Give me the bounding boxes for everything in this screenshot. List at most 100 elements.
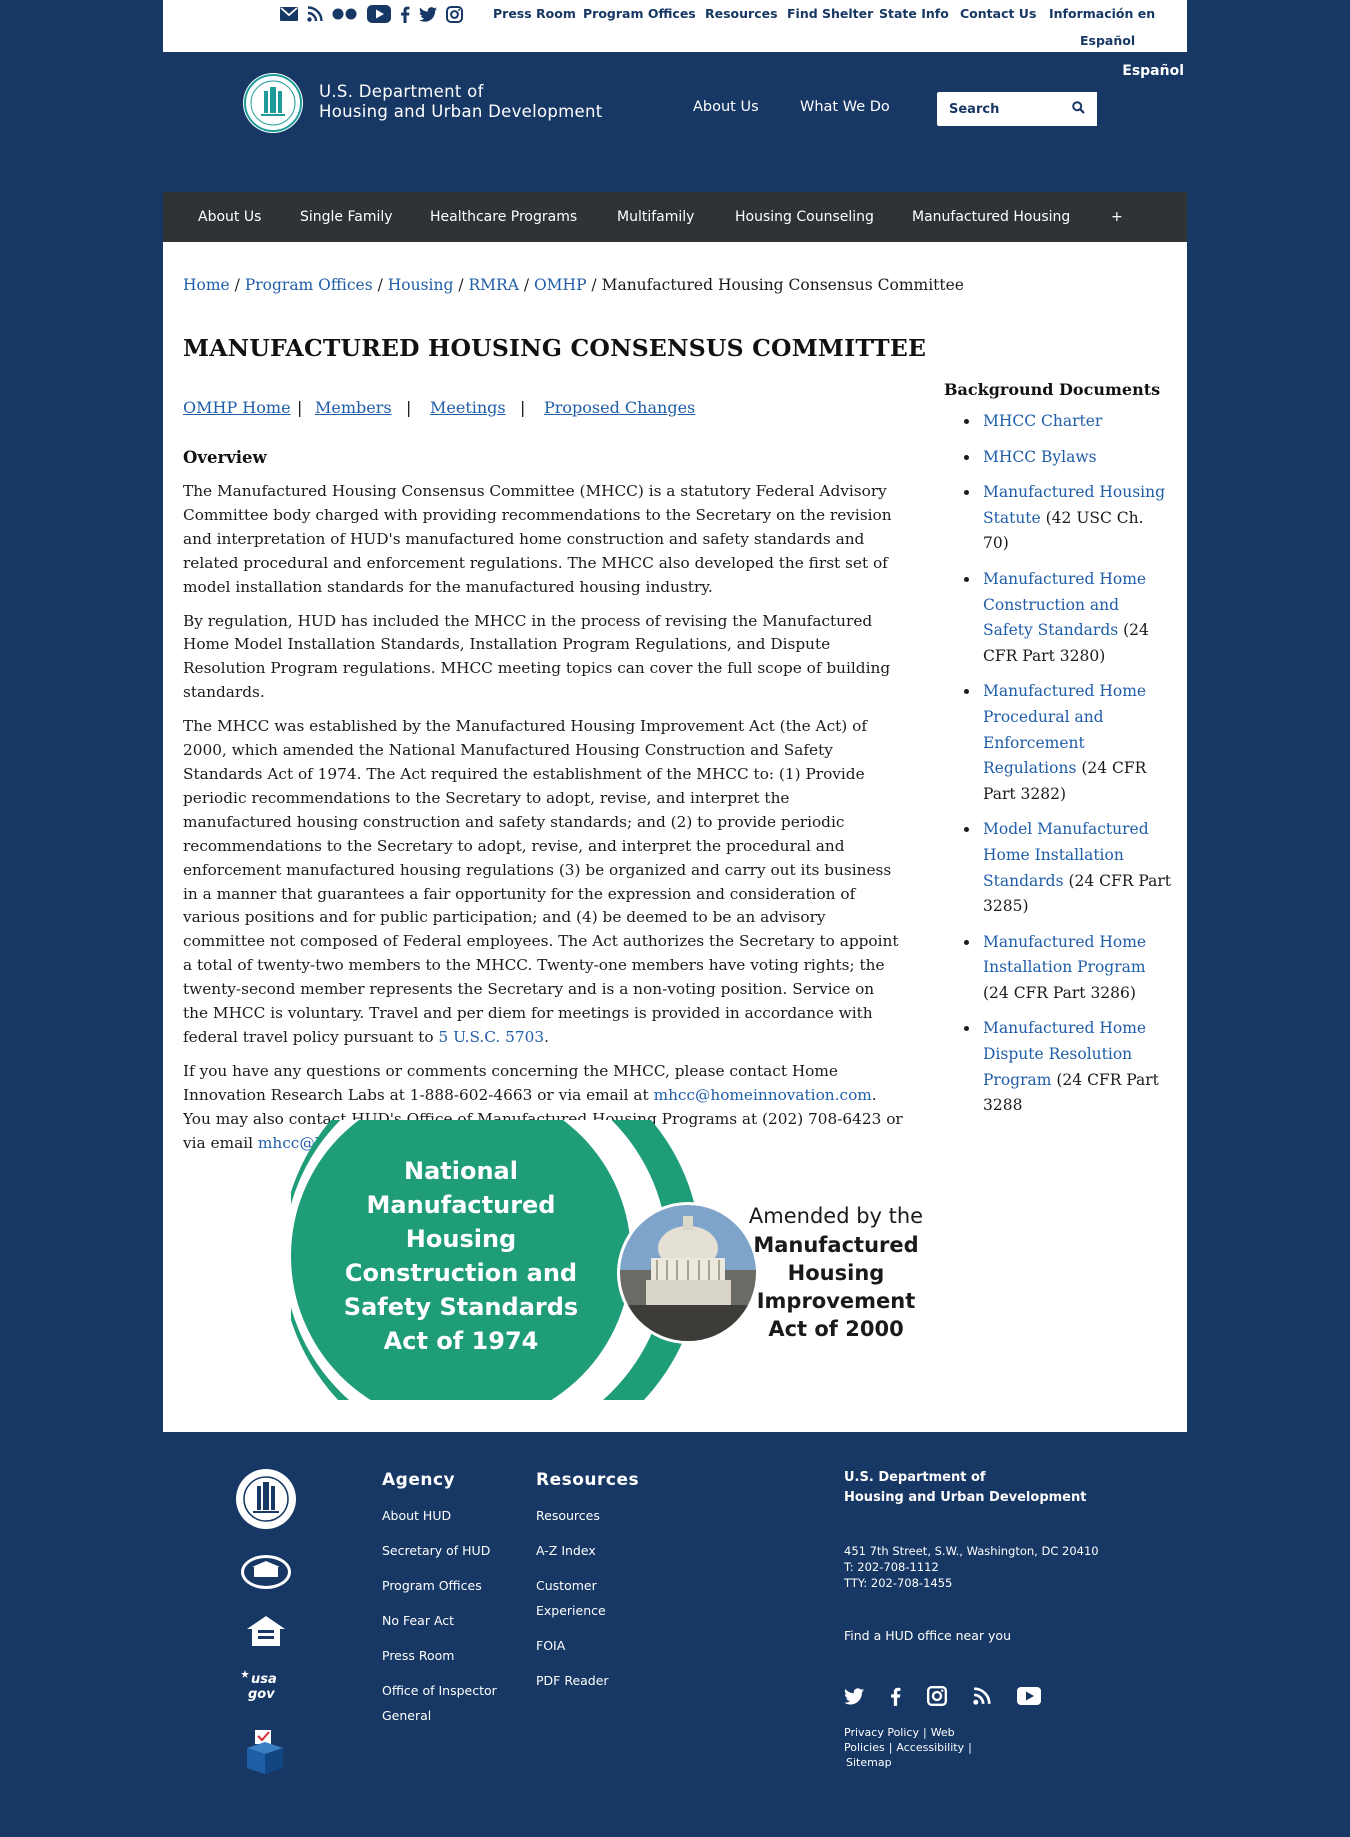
header-about-us-link[interactable]: About Us (693, 99, 759, 115)
espanol-link-wrap[interactable]: Español (1080, 33, 1135, 48)
espanol-link[interactable]: Español (1122, 63, 1184, 79)
search-input[interactable] (937, 92, 1059, 126)
nav-more-button[interactable]: + (1111, 209, 1123, 225)
twitter-icon[interactable] (419, 6, 437, 22)
sidebar-item: Manufactured Home Construction and Safet… (964, 567, 1173, 669)
subnav-members[interactable]: Members (315, 398, 392, 417)
infographic-right-line: Act of 2000 (768, 1317, 903, 1341)
footer-white-house-logo[interactable] (240, 1554, 292, 1594)
instagram-icon[interactable] (446, 5, 463, 23)
contact-us-link[interactable]: Contact Us (960, 6, 1036, 21)
footer-link-program-offices[interactable]: Program Offices (382, 1573, 482, 1598)
accessibility-link[interactable]: Accessibility (896, 1741, 964, 1754)
infographic-right-line: Improvement (757, 1289, 916, 1313)
find-shelter-link[interactable]: Find Shelter (787, 6, 873, 21)
footer-link-inspector-general-line2[interactable]: General (382, 1703, 431, 1728)
breadcrumb-housing[interactable]: Housing (388, 276, 454, 294)
rss-icon[interactable] (973, 1687, 991, 1709)
sitemap-link[interactable]: Sitemap (846, 1756, 892, 1769)
find-hud-office-link[interactable]: Find a HUD office near you (844, 1628, 1011, 1643)
nav-multifamily[interactable]: Multifamily (617, 209, 694, 225)
overview-heading: Overview (183, 448, 267, 467)
subnav-separator: | (520, 398, 526, 417)
informacion-en-link[interactable]: Información en (1049, 6, 1155, 21)
footer-link-pdf-reader[interactable]: PDF Reader (536, 1668, 609, 1693)
footer-link-customer-experience-line2[interactable]: Experience (536, 1598, 606, 1623)
footer-link-inspector-general[interactable]: Office of Inspector (382, 1678, 497, 1703)
youtube-icon[interactable] (1017, 1687, 1041, 1709)
subnav-omhp-home[interactable]: OMHP Home (183, 398, 291, 417)
footer-link-no-fear-act[interactable]: No Fear Act (382, 1608, 454, 1633)
instagram-icon[interactable] (927, 1686, 947, 1710)
nav-manufactured-housing[interactable]: Manufactured Housing (912, 209, 1070, 225)
sidebar-item: MHCC Bylaws (964, 445, 1173, 471)
agency-title[interactable]: U.S. Department of Housing and Urban Dev… (319, 82, 603, 122)
footer-policy-links: Privacy Policy | Web Policies | Accessibilit… (844, 1725, 1084, 1770)
paragraph-3-text: The MHCC was established by the Manufact… (183, 717, 899, 1046)
infographic-left-line: Safety Standards (344, 1293, 578, 1321)
state-info-link[interactable]: State Info (879, 6, 949, 21)
footer-link-press-room[interactable]: Press Room (382, 1643, 454, 1668)
main-nav: About Us Single Family Healthcare Progra… (163, 192, 1187, 242)
breadcrumb-current: Manufactured Housing Consensus Committee (601, 276, 964, 294)
sidebar-link-mhcc-bylaws[interactable]: MHCC Bylaws (983, 448, 1097, 466)
footer-link-about-hud[interactable]: About HUD (382, 1503, 451, 1528)
sidebar-link-mhcc-charter[interactable]: MHCC Charter (983, 412, 1102, 430)
sidebar-link-installation-program[interactable]: Manufactured Home Installation Program (983, 933, 1146, 977)
agency-title-line1: U.S. Department of (319, 82, 484, 101)
footer-tty: TTY: 202-708-1455 (844, 1576, 953, 1590)
footer-link-customer-experience[interactable]: Customer (536, 1573, 597, 1598)
infographic-right-line: Manufactured (753, 1233, 918, 1257)
equal-housing-icon[interactable] (245, 1614, 287, 1652)
policy-separator: | (922, 1726, 927, 1739)
footer-link-az-index[interactable]: A-Z Index (536, 1538, 596, 1563)
twitter-icon[interactable] (844, 1687, 864, 1709)
homeinnovation-email-link[interactable]: mhcc@homeinnovation.com (654, 1086, 872, 1104)
breadcrumb-program-offices[interactable]: Program Offices (245, 276, 373, 294)
facebook-icon[interactable] (400, 6, 410, 23)
subnav-meetings[interactable]: Meetings (430, 398, 506, 417)
resources-link[interactable]: Resources (705, 6, 778, 21)
svg-text:usa: usa (251, 1672, 277, 1687)
svg-text:gov: gov (248, 1687, 275, 1702)
subnav-separator: | (297, 398, 303, 417)
footer-link-resources[interactable]: Resources (536, 1503, 600, 1528)
nav-housing-counseling[interactable]: Housing Counseling (735, 209, 874, 225)
breadcrumb-rmra[interactable]: RMRA (468, 276, 518, 294)
vote-box-icon[interactable] (245, 1728, 285, 1780)
email-icon[interactable] (280, 7, 298, 21)
nav-single-family[interactable]: Single Family (300, 209, 393, 225)
rss-icon[interactable] (307, 6, 323, 22)
breadcrumb-omhp[interactable]: OMHP (534, 276, 587, 294)
sidebar-item-suffix: (24 CFR Part 3286) (983, 983, 1136, 1002)
infographic-left-line: Manufactured (367, 1191, 556, 1219)
sidebar-heading: Background Documents (944, 380, 1161, 399)
footer-hud-seal[interactable] (235, 1468, 297, 1534)
youtube-icon[interactable] (367, 5, 391, 23)
breadcrumb-home[interactable]: Home (183, 276, 230, 294)
top-utility-bar: Press Room Program Offices Resources Fin… (163, 0, 1187, 52)
program-offices-link[interactable]: Program Offices (583, 6, 696, 21)
infographic-right-line: Housing (788, 1261, 885, 1285)
facebook-icon[interactable] (890, 1687, 901, 1710)
flickr-icon[interactable] (332, 8, 358, 20)
subnav-proposed-changes[interactable]: Proposed Changes (544, 398, 695, 417)
usc-5703-link[interactable]: 5 U.S.C. 5703 (439, 1028, 545, 1046)
privacy-policy-link[interactable]: Privacy Policy (844, 1726, 919, 1739)
search-icon (1071, 101, 1085, 117)
hud-seal-logo[interactable] (243, 73, 303, 133)
footer-resources-heading: Resources (536, 1470, 640, 1490)
nav-healthcare-programs[interactable]: Healthcare Programs (430, 209, 577, 225)
header-what-we-do-link[interactable]: What We Do (800, 99, 890, 115)
nav-about-us[interactable]: About Us (198, 209, 261, 225)
sidebar-item: Manufactured Home Dispute Resolution Pro… (964, 1016, 1173, 1118)
search-button[interactable] (1059, 92, 1097, 126)
footer-phone: T: 202-708-1112 (844, 1560, 939, 1574)
policy-separator: | (968, 1741, 972, 1754)
sidebar-item: MHCC Charter (964, 409, 1173, 435)
footer-link-secretary[interactable]: Secretary of HUD (382, 1538, 490, 1563)
footer-link-foia[interactable]: FOIA (536, 1633, 565, 1658)
infographic-right-line: Amended by the (749, 1204, 923, 1228)
usagov-logo[interactable]: usa gov (241, 1668, 287, 1702)
press-room-link[interactable]: Press Room (493, 6, 576, 21)
